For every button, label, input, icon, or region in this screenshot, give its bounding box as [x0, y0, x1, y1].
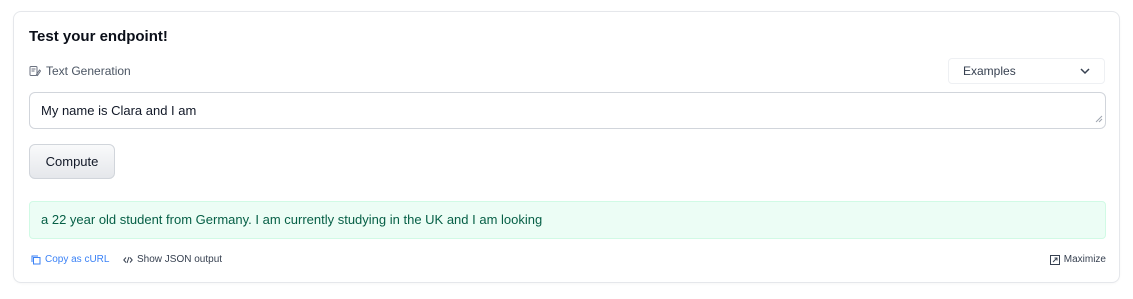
copy-as-curl-label: Copy as cURL [45, 254, 110, 265]
examples-label: Examples [963, 64, 1016, 78]
prompt-input-value: My name is Clara and I am [41, 103, 197, 118]
maximize-button[interactable]: Maximize [1049, 254, 1106, 265]
maximize-icon [1049, 254, 1060, 265]
prompt-input[interactable]: My name is Clara and I am [29, 92, 1106, 129]
show-json-output-button[interactable]: Show JSON output [123, 254, 222, 265]
copy-icon [31, 255, 41, 265]
widget-footer: Copy as cURL Show JSON output Maximize [29, 254, 1106, 270]
chevron-down-icon [1080, 67, 1090, 75]
output-text: a 22 year old student from Germany. I am… [29, 201, 1106, 239]
compute-button[interactable]: Compute [29, 144, 115, 179]
examples-dropdown[interactable]: Examples [948, 58, 1105, 84]
resize-handle-icon[interactable] [1095, 111, 1103, 126]
task-type: Text Generation [29, 64, 131, 78]
text-generation-icon [29, 65, 41, 77]
code-icon [123, 255, 133, 265]
show-json-output-label: Show JSON output [137, 254, 223, 265]
copy-as-curl-button[interactable]: Copy as cURL [31, 254, 109, 265]
widget-title: Test your endpoint! [29, 28, 168, 45]
task-label: Text Generation [46, 64, 131, 78]
inference-widget: Test your endpoint! Text Generation Exam… [13, 11, 1120, 283]
maximize-label: Maximize [1063, 254, 1106, 265]
